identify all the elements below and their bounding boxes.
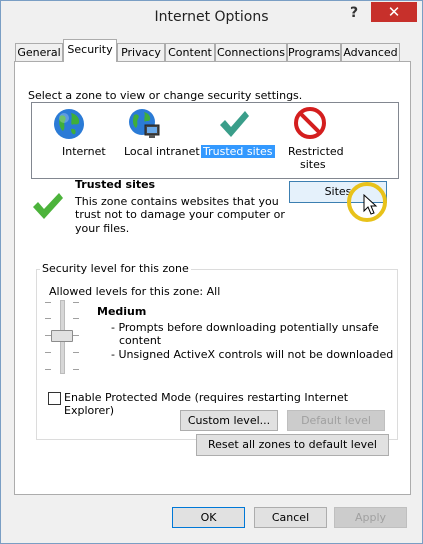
slider-tick (45, 369, 51, 370)
level-bullet-1: - Prompts before downloading potentially… (111, 321, 379, 334)
slider-tick (45, 302, 51, 303)
default-level-button[interactable]: Default level (287, 410, 385, 431)
zone-restricted-sites-label-2[interactable]: sites (298, 158, 328, 171)
security-level-group: Security level for this zone Allowed lev… (36, 262, 398, 440)
tab-privacy[interactable]: Privacy (117, 43, 165, 61)
detail-zone-title: Trusted sites (75, 178, 156, 191)
slider-thumb[interactable] (51, 330, 73, 342)
title-bar: Internet Options ? ✕ (1, 1, 422, 33)
zone-trusted-sites[interactable] (217, 107, 251, 143)
level-name: Medium (97, 305, 147, 318)
slider-tick (45, 352, 51, 353)
mouse-cursor (363, 193, 379, 216)
window-title: Internet Options (154, 9, 269, 25)
apply-button[interactable]: Apply (334, 507, 407, 528)
security-level-title: Security level for this zone (40, 262, 191, 275)
level-bullet-2: - Unsigned ActiveX controls will not be … (111, 348, 394, 361)
ok-button[interactable]: OK (172, 507, 245, 528)
slider-tick (73, 352, 79, 353)
zone-restricted-sites[interactable] (294, 107, 328, 141)
internet-options-dialog: Internet Options ? ✕ General Security Pr… (0, 0, 423, 544)
detail-description-line-3: your files. (75, 222, 130, 235)
slider-tick (73, 335, 79, 336)
detail-description-line-2: trust not to damage your computer or (75, 208, 285, 221)
restricted-icon (294, 107, 326, 139)
security-tab-panel: Select a zone to view or change security… (14, 61, 411, 495)
close-button[interactable]: ✕ (371, 2, 417, 22)
zone-local-intranet[interactable] (127, 107, 163, 143)
tab-security[interactable]: Security (63, 39, 117, 62)
tab-advanced[interactable]: Advanced (341, 43, 400, 61)
zone-trusted-sites-label[interactable]: Trusted sites (201, 145, 275, 158)
allowed-levels-label: Allowed levels for this zone: All (49, 285, 221, 298)
slider-tick (73, 318, 79, 319)
custom-level-button[interactable]: Custom level... (180, 410, 278, 431)
zone-restricted-sites-label[interactable]: Restricted (286, 145, 346, 158)
detail-description-line-1: This zone contains websites that you (75, 195, 279, 208)
zone-prompt: Select a zone to view or change security… (28, 89, 303, 102)
checkmark-icon (220, 111, 249, 137)
slider-tick (73, 369, 79, 370)
intranet-globe-icon (129, 109, 160, 138)
zone-local-intranet-label[interactable]: Local intranet (122, 145, 202, 158)
slider-tick (45, 318, 51, 319)
tab-programs[interactable]: Programs (287, 43, 341, 61)
cancel-button[interactable]: Cancel (254, 507, 327, 528)
reset-all-zones-button[interactable]: Reset all zones to default level (196, 434, 389, 456)
tab-general[interactable]: General (15, 43, 63, 61)
protected-mode-checkbox[interactable] (48, 392, 61, 405)
zone-list: Internet Local intranet Trusted sites Re… (31, 102, 399, 179)
zone-internet-label[interactable]: Internet (60, 145, 108, 158)
globe-icon (54, 109, 84, 139)
tab-content[interactable]: Content (165, 43, 215, 61)
checkmark-icon (33, 193, 63, 219)
zone-internet[interactable] (52, 107, 88, 143)
tab-connections[interactable]: Connections (215, 43, 287, 61)
security-level-slider[interactable] (43, 300, 79, 374)
help-button[interactable]: ? (350, 5, 358, 21)
detail-zone-icon (31, 190, 65, 225)
level-bullet-1-cont: content (119, 334, 162, 347)
arrow-cursor-icon (363, 193, 378, 215)
slider-tick (73, 302, 79, 303)
